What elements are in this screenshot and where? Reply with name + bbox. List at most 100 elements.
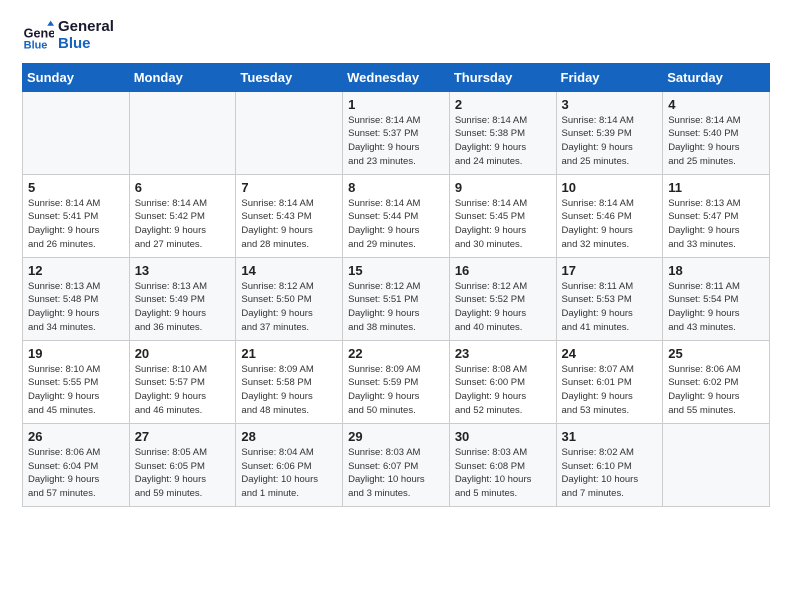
day-info: Sunrise: 8:10 AMSunset: 5:57 PMDaylight:… [135,363,231,418]
day-cell: 6Sunrise: 8:14 AMSunset: 5:42 PMDaylight… [129,174,236,257]
day-info: Sunrise: 8:13 AMSunset: 5:49 PMDaylight:… [135,280,231,335]
svg-text:General: General [24,27,54,41]
day-number: 1 [348,97,444,112]
day-info: Sunrise: 8:14 AMSunset: 5:39 PMDaylight:… [562,114,658,169]
day-cell: 17 Sunrise: 8:11 AMSunset: 5:53 PMDayligh… [556,257,663,340]
day-number: 4 [668,97,764,112]
day-cell: 2Sunrise: 8:14 AMSunset: 5:38 PMDaylight… [449,91,556,174]
day-cell: 22Sunrise: 8:09 AMSunset: 5:59 PMDayligh… [343,340,450,423]
day-info: Sunrise: 8:13 AMSunset: 5:47 PMDaylight:… [668,197,764,252]
day-info: Sunrise: 8:14 AMSunset: 5:43 PMDaylight:… [241,197,337,252]
weekday-header-friday: Friday [556,63,663,91]
day-info: Sunrise: 8:12 AMSunset: 5:52 PMDaylight:… [455,280,551,335]
week-row-2: 5 Sunrise: 8:14 AMSunset: 5:41 PMDaylight… [23,174,770,257]
weekday-header-thursday: Thursday [449,63,556,91]
weekday-header-tuesday: Tuesday [236,63,343,91]
day-cell: 23 Sunrise: 8:08 AMSunset: 6:00 PMDayligh… [449,340,556,423]
day-info: Sunrise: 8:06 AMSunset: 6:04 PMDaylight:… [28,446,124,501]
day-cell: 18Sunrise: 8:11 AMSunset: 5:54 PMDayligh… [663,257,770,340]
day-cell: 9Sunrise: 8:14 AMSunset: 5:45 PMDaylight… [449,174,556,257]
day-info: Sunrise: 8:14 AMSunset: 5:41 PMDaylight:… [28,197,124,252]
header: General Blue General Blue [22,18,770,53]
day-info: Sunrise: 8:06 AMSunset: 6:02 PMDaylight:… [668,363,764,418]
weekday-header-monday: Monday [129,63,236,91]
day-number: 5 [28,180,124,195]
day-info: Sunrise: 8:12 AMSunset: 5:50 PMDaylight:… [241,280,337,335]
day-info: Sunrise: 8:14 AMSunset: 5:42 PMDaylight:… [135,197,231,252]
day-number: 15 [348,263,444,278]
day-info: Sunrise: 8:14 AMSunset: 5:37 PMDaylight:… [348,114,444,169]
day-info: Sunrise: 8:14 AMSunset: 5:46 PMDaylight:… [562,197,658,252]
day-cell: 12 Sunrise: 8:13 AMSunset: 5:48 PMDayligh… [23,257,130,340]
day-number: 7 [241,180,337,195]
day-info: Sunrise: 8:07 AMSunset: 6:01 PMDaylight:… [562,363,658,418]
logo-icon: General Blue [22,19,54,51]
week-row-5: 26Sunrise: 8:06 AMSunset: 6:04 PMDayligh… [23,423,770,506]
day-cell: 26Sunrise: 8:06 AMSunset: 6:04 PMDayligh… [23,423,130,506]
day-number: 11 [668,180,764,195]
day-number: 12 [28,263,124,278]
day-cell: 11 Sunrise: 8:13 AMSunset: 5:47 PMDayligh… [663,174,770,257]
day-cell: 8Sunrise: 8:14 AMSunset: 5:44 PMDaylight… [343,174,450,257]
logo-general: General [58,18,114,35]
day-cell: 16 Sunrise: 8:12 AMSunset: 5:52 PMDayligh… [449,257,556,340]
week-row-3: 12 Sunrise: 8:13 AMSunset: 5:48 PMDayligh… [23,257,770,340]
week-row-1: 1 Sunrise: 8:14 AMSunset: 5:37 PMDaylight… [23,91,770,174]
day-cell: 21Sunrise: 8:09 AMSunset: 5:58 PMDayligh… [236,340,343,423]
day-number: 13 [135,263,231,278]
day-number: 23 [455,346,551,361]
weekday-header-sunday: Sunday [23,63,130,91]
day-info: Sunrise: 8:14 AMSunset: 5:44 PMDaylight:… [348,197,444,252]
week-row-4: 19Sunrise: 8:10 AMSunset: 5:55 PMDayligh… [23,340,770,423]
calendar: SundayMondayTuesdayWednesdayThursdayFrid… [22,63,770,507]
day-number: 2 [455,97,551,112]
day-cell: 5 Sunrise: 8:14 AMSunset: 5:41 PMDaylight… [23,174,130,257]
day-number: 29 [348,429,444,444]
day-cell: 1 Sunrise: 8:14 AMSunset: 5:37 PMDaylight… [343,91,450,174]
day-number: 25 [668,346,764,361]
day-number: 10 [562,180,658,195]
day-info: Sunrise: 8:12 AMSunset: 5:51 PMDaylight:… [348,280,444,335]
day-cell: 25 Sunrise: 8:06 AMSunset: 6:02 PMDayligh… [663,340,770,423]
day-number: 18 [668,263,764,278]
day-info: Sunrise: 8:03 AMSunset: 6:08 PMDaylight:… [455,446,551,501]
day-number: 16 [455,263,551,278]
day-info: Sunrise: 8:14 AMSunset: 5:45 PMDaylight:… [455,197,551,252]
logo-blue: Blue [58,35,114,52]
logo: General Blue General Blue [22,18,114,53]
day-cell: 10 Sunrise: 8:14 AMSunset: 5:46 PMDayligh… [556,174,663,257]
day-cell: 29Sunrise: 8:03 AMSunset: 6:07 PMDayligh… [343,423,450,506]
day-number: 24 [562,346,658,361]
day-cell: 24 Sunrise: 8:07 AMSunset: 6:01 PMDayligh… [556,340,663,423]
weekday-header-row: SundayMondayTuesdayWednesdayThursdayFrid… [23,63,770,91]
day-number: 30 [455,429,551,444]
day-cell: 3 Sunrise: 8:14 AMSunset: 5:39 PMDaylight… [556,91,663,174]
day-cell [129,91,236,174]
day-number: 28 [241,429,337,444]
day-info: Sunrise: 8:02 AMSunset: 6:10 PMDaylight:… [562,446,658,501]
day-info: Sunrise: 8:05 AMSunset: 6:05 PMDaylight:… [135,446,231,501]
day-cell [236,91,343,174]
day-info: Sunrise: 8:09 AMSunset: 5:58 PMDaylight:… [241,363,337,418]
page: General Blue General Blue SundayMondayTu… [0,0,792,612]
day-cell: 7 Sunrise: 8:14 AMSunset: 5:43 PMDaylight… [236,174,343,257]
day-number: 14 [241,263,337,278]
weekday-header-wednesday: Wednesday [343,63,450,91]
day-info: Sunrise: 8:08 AMSunset: 6:00 PMDaylight:… [455,363,551,418]
day-cell: 13 Sunrise: 8:13 AMSunset: 5:49 PMDayligh… [129,257,236,340]
day-info: Sunrise: 8:10 AMSunset: 5:55 PMDaylight:… [28,363,124,418]
weekday-header-saturday: Saturday [663,63,770,91]
day-info: Sunrise: 8:13 AMSunset: 5:48 PMDaylight:… [28,280,124,335]
day-info: Sunrise: 8:04 AMSunset: 6:06 PMDaylight:… [241,446,337,501]
day-info: Sunrise: 8:09 AMSunset: 5:59 PMDaylight:… [348,363,444,418]
day-cell: 4 Sunrise: 8:14 AMSunset: 5:40 PMDaylight… [663,91,770,174]
day-number: 17 [562,263,658,278]
day-cell: 20 Sunrise: 8:10 AMSunset: 5:57 PMDayligh… [129,340,236,423]
day-cell: 31Sunrise: 8:02 AMSunset: 6:10 PMDayligh… [556,423,663,506]
day-info: Sunrise: 8:11 AMSunset: 5:53 PMDaylight:… [562,280,658,335]
day-number: 27 [135,429,231,444]
day-info: Sunrise: 8:14 AMSunset: 5:40 PMDaylight:… [668,114,764,169]
day-number: 3 [562,97,658,112]
day-cell: 27 Sunrise: 8:05 AMSunset: 6:05 PMDayligh… [129,423,236,506]
day-number: 20 [135,346,231,361]
